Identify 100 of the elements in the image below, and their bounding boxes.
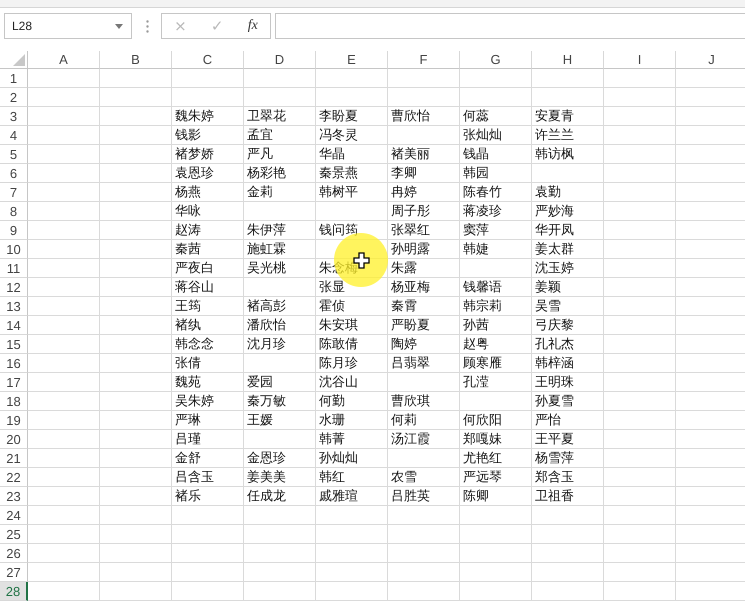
cell-text: 许兰兰 (535, 127, 574, 142)
cell-text: 张翠红 (391, 222, 430, 237)
cell-text: 秦茜 (175, 241, 201, 256)
cell-text: 冯冬灵 (319, 127, 358, 142)
cell-text: 弓庆黎 (535, 317, 574, 332)
cell-text: 朱伊萍 (247, 222, 286, 237)
cell-text: 张倩 (175, 355, 201, 370)
cell-text: 任成龙 (247, 488, 286, 503)
cell-text: 陶婷 (391, 336, 417, 351)
cell-text: 汤江霞 (391, 431, 430, 446)
cell-text: 韩梓涵 (535, 355, 574, 370)
cell-text: 严盼夏 (391, 317, 430, 332)
cell-text: 杨亚梅 (391, 279, 430, 294)
cell-text: 孙夏雪 (535, 393, 574, 408)
cell-text: 陈月珍 (319, 355, 358, 370)
cell-text: 严远琴 (463, 469, 502, 484)
cell-text: 孔礼杰 (535, 336, 574, 351)
cell-text: 韩树平 (319, 184, 358, 199)
cell-text: 顾寒雁 (463, 355, 502, 370)
drag-handle-icon[interactable] (146, 20, 149, 32)
cell-text: 李盼夏 (319, 108, 358, 123)
cell-text: 施虹霖 (247, 241, 286, 256)
cell-text: 冉婷 (391, 184, 417, 199)
cell-text: 蒋凌珍 (463, 203, 502, 218)
cell-text: 农雪 (391, 469, 417, 484)
cell-text: 华晶 (319, 146, 345, 161)
cell-text: 吕瑾 (175, 431, 201, 446)
cell-text: 袁恩珍 (175, 165, 214, 180)
row-header[interactable]: 28 (0, 582, 28, 601)
cell-text: 尤艳红 (463, 450, 502, 465)
cell-text: 秦景燕 (319, 165, 358, 180)
cell-text: 水珊 (319, 412, 345, 427)
cell-text: 杨燕 (175, 184, 201, 199)
cell-text: 赵粤 (463, 336, 489, 351)
cell-text: 严怡 (535, 412, 561, 427)
cell-text: 曹欣怡 (391, 108, 430, 123)
cell-text: 韩红 (319, 469, 345, 484)
cell-text: 安夏青 (535, 108, 574, 123)
cell-text: 严夜白 (175, 260, 214, 275)
cell-text: 杨彩艳 (247, 165, 286, 180)
cell-text: 魏苑 (175, 374, 201, 389)
cell-text: 褚梦娇 (175, 146, 214, 161)
cell-text: 钱晶 (463, 146, 489, 161)
cell-text: 沈月珍 (247, 336, 286, 351)
cell-text: 钱问筠 (319, 222, 358, 237)
cell-text: 朱安琪 (319, 317, 358, 332)
cell-text: 袁勤 (535, 184, 561, 199)
cell-text: 陈卿 (463, 488, 489, 503)
cell-text: 吕翡翠 (391, 355, 430, 370)
cell-text: 韩婕 (463, 241, 489, 256)
cell-text: 孙明露 (391, 241, 430, 256)
cell-text: 戚雅瑄 (319, 488, 358, 503)
cell-text: 华开凤 (535, 222, 574, 237)
cell-text: 魏朱婷 (175, 108, 214, 123)
cell-text: 何莉 (391, 412, 417, 427)
cell-text: 姜颖 (535, 279, 561, 294)
cell-text: 严凡 (247, 146, 273, 161)
cell-text: 韩菁 (319, 431, 345, 446)
cell-text: 韩宗莉 (463, 298, 502, 313)
cell-text: 华咏 (175, 203, 201, 218)
cell-text: 孙灿灿 (319, 450, 358, 465)
cell-text: 秦万敏 (247, 393, 286, 408)
cell-text: 张灿灿 (463, 127, 502, 142)
cell-text: 吴光桃 (247, 260, 286, 275)
cell-text: 严琳 (175, 412, 201, 427)
cell-text: 王媛 (247, 412, 273, 427)
name-box[interactable]: L28 (4, 13, 132, 39)
cell-text: 韩访枫 (535, 146, 574, 161)
cell-text: 吕胜英 (391, 488, 430, 503)
cell-text: 郑含玉 (535, 469, 574, 484)
formula-input[interactable] (275, 13, 745, 39)
cell-text: 秦霄 (391, 298, 417, 313)
cell-text: 陈敢倩 (319, 336, 358, 351)
cell-text: 霍侦 (319, 298, 345, 313)
select-all-icon[interactable] (13, 54, 25, 66)
cell-text: 褚美丽 (391, 146, 430, 161)
cell-text: 吕含玉 (175, 469, 214, 484)
cell-text: 曹欣琪 (391, 393, 430, 408)
cell-text: 王平夏 (535, 431, 574, 446)
cell-text: 金恩珍 (247, 450, 286, 465)
cell-text: 褚高彭 (247, 298, 286, 313)
dropdown-caret-icon[interactable] (115, 24, 123, 28)
cell-text: 姜美美 (247, 469, 286, 484)
cell-text: 卫翠花 (247, 108, 286, 123)
cell-text: 吴雪 (535, 298, 561, 313)
cell-text: 金舒 (175, 450, 201, 465)
cell-text: 钱馨语 (463, 279, 502, 294)
cell-text: 沈谷山 (319, 374, 358, 389)
cell-text: 姜太群 (535, 241, 574, 256)
cell-text: 卫祖香 (535, 488, 574, 503)
cell-text: 王筠 (175, 298, 201, 313)
cell-text: 潘欣怡 (247, 317, 286, 332)
cell-text: 王明珠 (535, 374, 574, 389)
cell-text: 韩园 (463, 165, 489, 180)
cell-text: 李卿 (391, 165, 417, 180)
cell-text: 严妙海 (535, 203, 574, 218)
cell-text: 爱园 (247, 374, 273, 389)
cell-text: 褚乐 (175, 488, 201, 503)
cell-text: 周子彤 (391, 203, 430, 218)
insert-function-button[interactable]: fx (242, 18, 264, 34)
